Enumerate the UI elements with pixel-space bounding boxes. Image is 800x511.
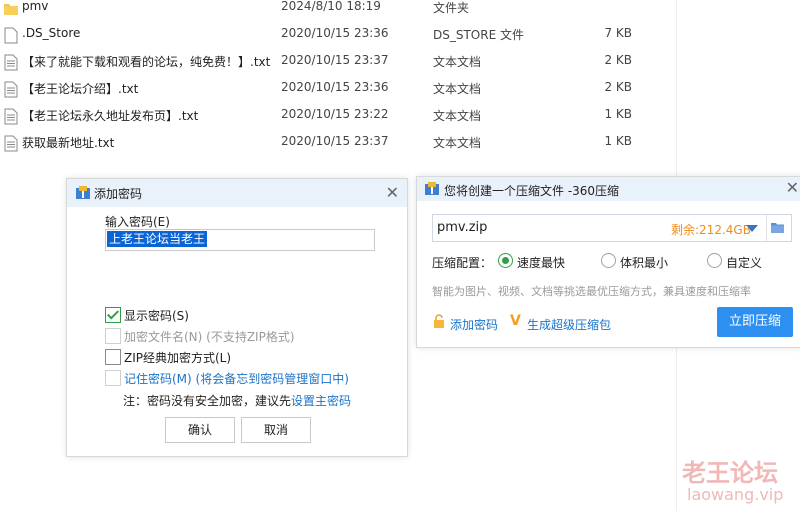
file-date: 2020/10/15 23:36 — [281, 80, 389, 94]
mode-fastest-radio[interactable] — [498, 253, 513, 268]
file-type: 文本文档 — [433, 55, 482, 69]
password-input[interactable]: 上老王论坛当老王 — [105, 229, 375, 251]
mode-custom-label: 自定义 — [726, 256, 763, 270]
file-type: 文本文档 — [433, 82, 482, 96]
file-name: 【来了就能下载和观看的论坛，纯免费！】.txt — [22, 55, 271, 69]
file-size: 1 KB — [604, 134, 632, 148]
mode-smallest-radio[interactable] — [601, 253, 616, 268]
cancel-button[interactable]: 取消 — [241, 417, 311, 443]
create-archive-dialog: 您将创建一个压缩文件 -360压缩 ✕ pmv.zip 剩余:212.4GB 压… — [416, 176, 800, 348]
remember-password-checkbox[interactable] — [105, 370, 121, 386]
file-name: 获取最新地址.txt — [22, 136, 115, 150]
close-icon[interactable]: ✕ — [386, 183, 399, 202]
text-file-icon — [4, 54, 18, 71]
text-file-icon — [4, 108, 18, 125]
file-size: 1 KB — [604, 107, 632, 121]
compression-hint: 智能为图片、视频、文档等挑选最优压缩方式，兼具速度和压缩率 — [432, 285, 751, 298]
watermark-title: 老王论坛 — [682, 459, 778, 487]
file-icon — [4, 27, 18, 44]
watermark-url: laowang.vip — [687, 485, 784, 504]
free-space: 剩余:212.4GB — [671, 223, 751, 237]
dialog-titlebar[interactable]: 添加密码 ✕ — [67, 179, 407, 207]
chevron-down-icon[interactable] — [746, 225, 758, 232]
set-master-password-link[interactable]: 设置主密码 — [291, 394, 351, 408]
zip-classic-label: ZIP经典加密方式(L) — [124, 351, 232, 365]
dialog-title: 添加密码 — [94, 187, 143, 201]
encrypt-filename-checkbox[interactable] — [105, 328, 121, 344]
archive-path-input[interactable]: pmv.zip 剩余:212.4GB — [432, 214, 792, 242]
password-value: 上老王论坛当老王 — [107, 231, 208, 247]
super-zip-icon: V — [510, 313, 521, 329]
file-size: 7 KB — [604, 26, 632, 40]
file-row[interactable]: 【老王论坛介绍】.txt 2020/10/15 23:36 文本文档 2 KB — [0, 77, 676, 103]
file-type: 文本文档 — [433, 109, 482, 123]
archive-icon — [76, 186, 90, 199]
file-name: 【老王论坛永久地址发布页】.txt — [22, 109, 199, 123]
file-date: 2024/8/10 18:19 — [281, 0, 381, 13]
mode-custom-radio[interactable] — [707, 253, 722, 268]
ok-button[interactable]: 确认 — [165, 417, 235, 443]
file-name: .DS_Store — [22, 26, 81, 40]
show-password-label: 显示密码(S) — [124, 309, 189, 323]
add-password-link[interactable]: 添加密码 — [450, 316, 498, 333]
dialog-title: 您将创建一个压缩文件 -360压缩 — [444, 184, 620, 198]
browse-folder-icon[interactable] — [771, 222, 784, 233]
file-date: 2020/10/15 23:36 — [281, 26, 389, 40]
file-name: 【老王论坛介绍】.txt — [22, 82, 139, 96]
file-type: 文件夹 — [433, 1, 470, 15]
file-date: 2020/10/15 23:37 — [281, 53, 389, 67]
file-row[interactable]: pmv 2024/8/10 18:19 文件夹 — [0, 0, 676, 22]
divider — [766, 215, 767, 241]
lock-icon — [434, 314, 444, 328]
file-date: 2020/10/15 23:22 — [281, 107, 389, 121]
show-password-checkbox[interactable] — [105, 307, 121, 323]
zip-classic-checkbox[interactable] — [105, 349, 121, 365]
mode-fastest-label: 速度最快 — [517, 256, 566, 270]
file-name: pmv — [22, 0, 49, 13]
file-row[interactable]: 【来了就能下载和观看的论坛，纯免费！】.txt 2020/10/15 23:37… — [0, 50, 676, 76]
folder-icon — [4, 4, 18, 15]
dialog-titlebar[interactable]: 您将创建一个压缩文件 -360压缩 ✕ — [417, 177, 800, 201]
remember-password-label: 记住密码(M) (将会备忘到密码管理窗口中) — [124, 372, 349, 386]
file-size: 2 KB — [604, 53, 632, 67]
add-password-dialog: 添加密码 ✕ 输入密码(E) 上老王论坛当老王 显示密码(S) 加密文件名(N)… — [66, 178, 408, 457]
file-list: pmv 2024/8/10 18:19 文件夹 .DS_Store 2020/1… — [0, 0, 676, 160]
close-icon[interactable]: ✕ — [786, 178, 799, 197]
compression-config-label: 压缩配置： — [432, 256, 493, 270]
text-file-icon — [4, 81, 18, 98]
mode-smallest-label: 体积最小 — [620, 256, 669, 270]
start-compress-button[interactable]: 立即压缩 — [717, 307, 793, 337]
file-row[interactable]: .DS_Store 2020/10/15 23:36 DS_STORE 文件 7… — [0, 23, 676, 49]
super-zip-link[interactable]: 生成超级压缩包 — [527, 316, 611, 333]
file-row[interactable]: 【老王论坛永久地址发布页】.txt 2020/10/15 23:22 文本文档 … — [0, 104, 676, 130]
file-type: 文本文档 — [433, 136, 482, 150]
file-row[interactable]: 获取最新地址.txt 2020/10/15 23:37 文本文档 1 KB — [0, 131, 676, 157]
security-note: 注：密码没有安全加密，建议先设置主密码 — [123, 392, 351, 409]
text-file-icon — [4, 135, 18, 152]
archive-filename: pmv.zip — [437, 220, 488, 235]
note-text: 注：密码没有安全加密，建议先 — [123, 394, 292, 408]
password-label: 输入密码(E) — [105, 215, 170, 229]
encrypt-filename-label: 加密文件名(N) (不支持ZIP格式) — [124, 330, 295, 344]
file-date: 2020/10/15 23:37 — [281, 134, 389, 148]
file-size: 2 KB — [604, 80, 632, 94]
file-type: DS_STORE 文件 — [433, 28, 524, 42]
archive-icon — [425, 182, 439, 195]
